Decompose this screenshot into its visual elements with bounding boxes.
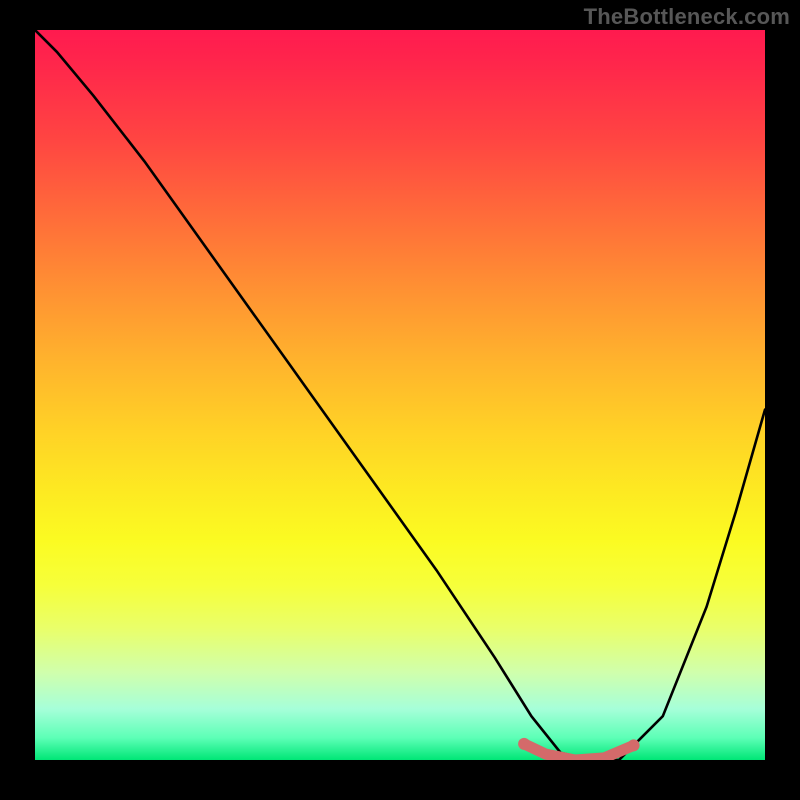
chart-frame: TheBottleneck.com [0,0,800,800]
bottleneck-curve-path [35,30,765,760]
plot-area [35,30,765,760]
highlight-dot-start [518,738,530,750]
highlight-dot-end [628,739,640,751]
highlight-band-path [524,744,634,760]
watermark-text: TheBottleneck.com [584,4,790,30]
curve-svg [35,30,765,760]
